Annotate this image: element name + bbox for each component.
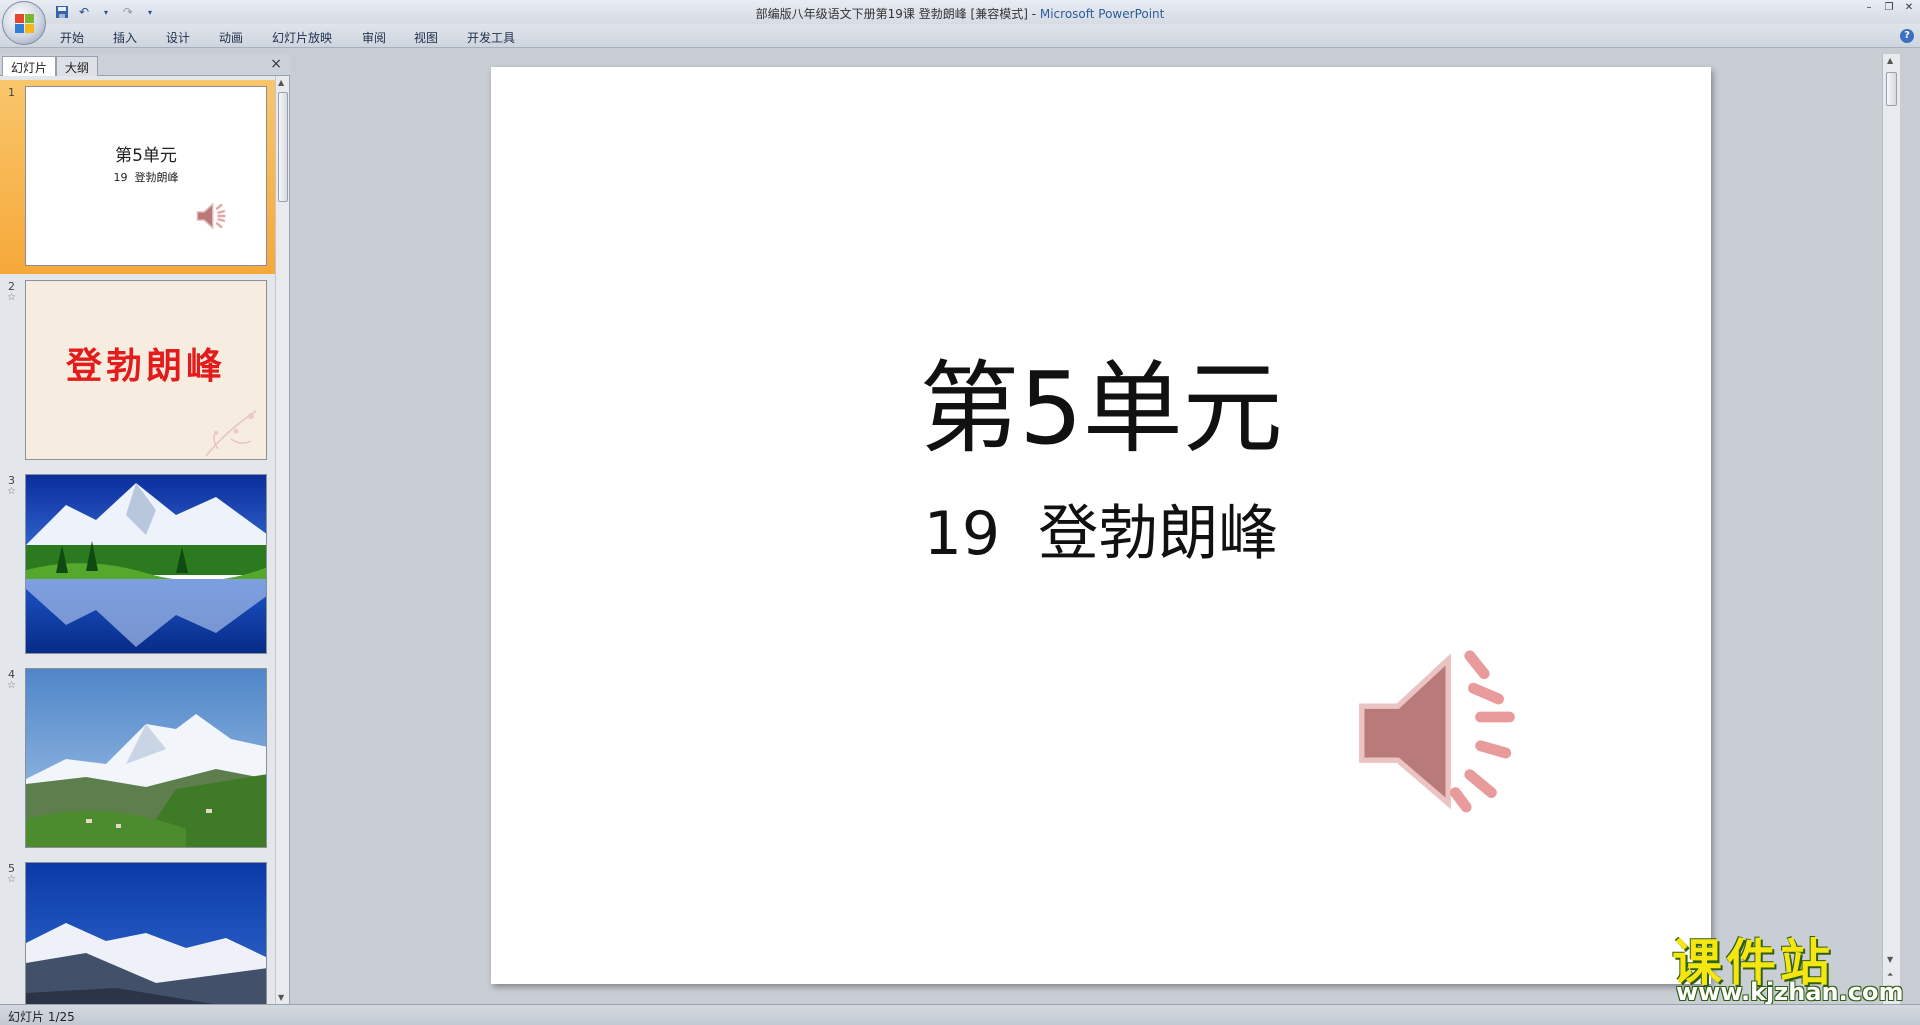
thumbnail-subtitle: 19 登勃朗峰	[113, 171, 179, 184]
watermark-url: www.kjzhan.com	[1676, 978, 1904, 1006]
thumbnail-slide-3[interactable]	[25, 474, 267, 654]
animation-star-icon: ☆	[7, 292, 16, 303]
blossom-decoration	[205, 410, 257, 457]
animation-star-icon: ☆	[7, 874, 16, 885]
tab-view[interactable]: 视图	[414, 29, 438, 46]
slide-counter: 幻灯片 1/25	[8, 1010, 75, 1024]
window-controls: – ❐ ✕	[1862, 2, 1916, 14]
tab-design[interactable]: 设计	[166, 29, 190, 46]
thumbnail-number: 1	[8, 86, 15, 99]
slides-panel: 幻灯片 大纲 × 1 第5单元 19 登勃朗峰 2 ☆ 登勃朗峰 3 ☆ 4 ☆…	[0, 54, 290, 1004]
help-icon[interactable]: ?	[1900, 29, 1914, 43]
slide-editor: 第5单元 19 登勃朗峰 ▲ ▼ ⏶ ⏷	[297, 54, 1900, 1004]
snowy-ridge-image	[26, 863, 266, 1004]
thumbnail-slide-4[interactable]	[25, 668, 267, 848]
tab-slideshow[interactable]: 幻灯片放映	[272, 29, 332, 46]
panel-tabs: 幻灯片 大纲 ×	[0, 54, 290, 76]
thumbnail-row-2[interactable]: 2 ☆ 登勃朗峰	[0, 274, 276, 468]
thumbnail-row-3[interactable]: 3 ☆	[0, 468, 276, 662]
slide-canvas[interactable]: 第5单元 19 登勃朗峰	[491, 67, 1711, 984]
thumbnail-row-4[interactable]: 4 ☆	[0, 662, 276, 856]
ribbon-tabs: 开始 插入 设计 动画 幻灯片放映 审阅 视图 开发工具 ?	[0, 24, 1920, 48]
tab-home[interactable]: 开始	[60, 29, 84, 46]
speaker-icon	[196, 202, 226, 230]
tab-animations[interactable]: 动画	[219, 29, 243, 46]
app-name: Microsoft PowerPoint	[1039, 7, 1165, 21]
editor-scrollbar[interactable]: ▲ ▼ ⏶ ⏷	[1882, 54, 1900, 1004]
scrollbar-thumb[interactable]	[278, 92, 288, 202]
restore-icon[interactable]: ❐	[1882, 2, 1896, 14]
panel-scrollbar[interactable]: ▲ ▼	[275, 76, 289, 1004]
tab-insert[interactable]: 插入	[113, 29, 137, 46]
document-title: 部编版八年级语文下册第19课 登勃朗峰 [兼容模式]	[755, 7, 1028, 21]
animation-star-icon: ☆	[7, 486, 16, 497]
title-bar: ↶ ▾ ↷ ▾ 部编版八年级语文下册第19课 登勃朗峰 [兼容模式] - Mic…	[0, 0, 1920, 24]
thumbnail-list: 1 第5单元 19 登勃朗峰 2 ☆ 登勃朗峰 3 ☆ 4 ☆ 5 ☆	[0, 76, 276, 1004]
slide-subtitle[interactable]: 19 登勃朗峰	[491, 485, 1711, 572]
office-logo-icon	[15, 14, 35, 34]
scroll-up-icon[interactable]: ▲	[1887, 56, 1893, 65]
window-title: 部编版八年级语文下册第19课 登勃朗峰 [兼容模式] - Microsoft P…	[0, 5, 1920, 22]
slide-title[interactable]: 第5单元	[491, 327, 1711, 472]
speaker-icon[interactable]	[1351, 645, 1531, 825]
tab-developer[interactable]: 开发工具	[467, 29, 515, 46]
alpine-valley-image	[26, 669, 266, 847]
thumbnail-heading: 登勃朗峰	[65, 345, 226, 387]
thumbnail-slide-2[interactable]: 登勃朗峰	[25, 280, 267, 460]
scroll-up-icon[interactable]: ▲	[278, 78, 284, 87]
status-bar: 幻灯片 1/25	[0, 1004, 1920, 1025]
close-panel-icon[interactable]: ×	[270, 56, 282, 72]
scroll-down-icon[interactable]: ▼	[278, 993, 284, 1002]
scrollbar-thumb[interactable]	[1886, 72, 1897, 106]
thumbnail-row-1[interactable]: 1 第5单元 19 登勃朗峰	[0, 80, 276, 274]
thumbnail-title: 第5单元	[115, 146, 177, 166]
minimize-icon[interactable]: –	[1862, 2, 1876, 14]
watermark-logo: 课件站 www.kjzhan.com	[1668, 923, 1904, 1006]
animation-star-icon: ☆	[7, 680, 16, 691]
mountain-lake-image	[26, 475, 266, 653]
close-icon[interactable]: ✕	[1902, 2, 1916, 14]
tab-review[interactable]: 审阅	[362, 29, 386, 46]
tab-outline[interactable]: 大纲	[56, 56, 99, 76]
office-button[interactable]	[2, 1, 46, 45]
thumbnail-slide-1[interactable]: 第5单元 19 登勃朗峰	[25, 86, 267, 266]
thumbnail-slide-5[interactable]	[25, 862, 267, 1004]
tab-slides[interactable]: 幻灯片	[2, 56, 57, 76]
title-separator: -	[1027, 7, 1040, 21]
thumbnail-row-5[interactable]: 5 ☆	[0, 856, 276, 1004]
